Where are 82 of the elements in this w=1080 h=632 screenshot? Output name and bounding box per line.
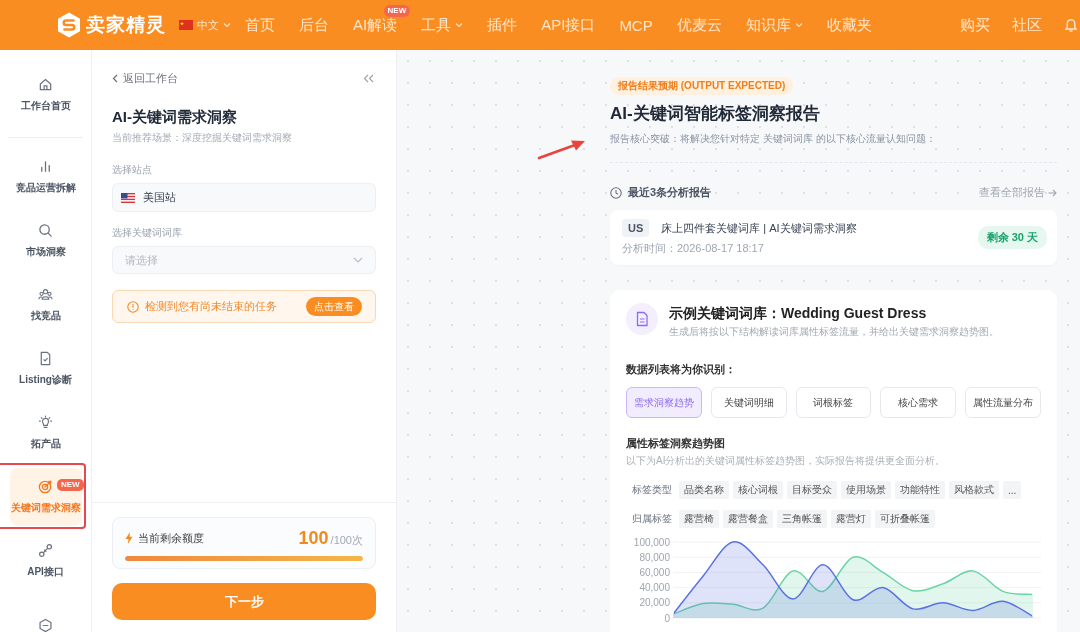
lightning-icon (125, 532, 133, 544)
sidebar-item[interactable]: 竞品运营拆解 (9, 148, 82, 206)
link-icon (38, 543, 53, 558)
caret-icon (794, 22, 803, 28)
chevron-left-icon (112, 73, 118, 83)
search-icon (38, 223, 53, 238)
bar-chart-icon (38, 159, 53, 174)
report-title: AI-关键词智能标签洞察报告 (610, 104, 821, 124)
field-label: 选择关键词词库 (112, 227, 183, 238)
tag-chip[interactable]: 可折叠帐篷 (875, 510, 935, 528)
sidebar-item[interactable]: API接口 (9, 532, 82, 590)
axis-label: 60,000 (639, 566, 670, 578)
data-tab[interactable]: 属性流量分布 (965, 387, 1041, 418)
data-tab[interactable]: 核心需求 (880, 387, 957, 418)
caret-icon (223, 22, 231, 28)
report-time: 分析时间：2026-08-17 18:17 (622, 241, 765, 256)
axis-label: 80,000 (639, 551, 670, 563)
target-icon (38, 479, 53, 494)
china-flag-icon (179, 20, 193, 30)
report-card[interactable]: US 床上四件套关键词库 | AI关键词需求洞察 分析时间：2026-08-17 18:17 剩余 30 天 (610, 210, 1057, 265)
arrow-right-icon (1048, 188, 1057, 197)
data-tab[interactable]: 关键词明细 (710, 387, 787, 418)
info-icon (127, 300, 139, 313)
notice-text: 检测到您有尚未结束的任务 (145, 299, 277, 314)
tag-chip[interactable]: ... (1003, 481, 1022, 499)
axis-label: 40,000 (639, 582, 670, 594)
data-tab[interactable]: 需求洞察趋势 (626, 387, 702, 418)
tag-chip[interactable]: 露营灯 (831, 510, 871, 528)
tag-chip[interactable]: 风格款式 (949, 481, 999, 499)
recent-reports-title: 最近3条分析报告 (628, 185, 712, 200)
tag-chip[interactable]: 露营椅 (679, 510, 719, 528)
remaining-days-badge: 剩余 30 天 (977, 226, 1047, 249)
sidebar-item[interactable]: 找竞品 (9, 276, 82, 334)
panel-title: AI-关键词需求洞察 (112, 108, 238, 125)
sidebar-item[interactable]: Listing诊断 (9, 340, 82, 398)
tag-chip[interactable]: 使用场景 (841, 481, 891, 499)
lightbulb-icon (38, 415, 53, 430)
clock-icon (610, 186, 622, 199)
chevron-down-icon (353, 257, 363, 263)
axis-label: 100,000 (633, 536, 670, 548)
filter-label: 归属标签 (632, 512, 672, 526)
new-badge: NEW (383, 4, 411, 17)
tag-chip[interactable]: 露营餐盒 (723, 510, 773, 528)
site-select[interactable]: 美国站 (112, 183, 376, 212)
sidebar-item[interactable]: 市场洞察 (9, 212, 82, 270)
document-icon (626, 303, 658, 335)
us-flag-icon (121, 192, 135, 203)
new-badge: NEW (57, 479, 84, 491)
tag-chip[interactable]: 目标受众 (787, 481, 837, 499)
tag-chip[interactable]: 核心词根 (733, 481, 783, 499)
tag-chip[interactable]: 三角帐篷 (777, 510, 827, 528)
data-tab[interactable]: 词根标签 (795, 387, 872, 418)
filter-label: 标签类型 (632, 483, 672, 497)
example-title: 示例关键词词库：Wedding Guest Dress (669, 305, 928, 322)
tag-chip[interactable]: 功能特性 (895, 481, 945, 499)
sidebar-item[interactable]: 工作台首页 (9, 66, 82, 124)
axis-label: 20,000 (639, 597, 670, 609)
chart-title: 属性标签洞察趋势图 (626, 437, 726, 449)
quota-value: 100 (298, 527, 329, 549)
logo-icon (57, 12, 81, 38)
chart-subtitle: 以下为AI分析出的关键词属性标签趋势图，实际报告将提供更全面分析。 (626, 455, 947, 467)
site-tag: US (622, 219, 650, 237)
sidebar-item[interactable]: 拓产品 (9, 404, 82, 462)
report-subtitle: 报告核心突破：将解决您针对特定 关键词词库 的以下核心流量认知问题： (610, 132, 937, 145)
quota-label: 当前剩余额度 (138, 530, 204, 546)
output-badge: 报告结果预期 (OUTPUT EXPECTED) (610, 77, 794, 95)
list-title: 数据列表将为你识别： (626, 363, 737, 375)
tag-chip[interactable]: 品类名称 (679, 481, 729, 499)
report-name: 床上四件套关键词库 | AI关键词需求洞察 (661, 220, 857, 236)
home-icon (38, 77, 53, 92)
collapse-icon[interactable] (363, 73, 374, 83)
caret-icon (455, 22, 464, 28)
example-subtitle: 生成后将按以下结构解读词库属性标签流量，并给出关键需求洞察趋势图。 (669, 326, 999, 338)
people-icon (38, 287, 53, 302)
document-check-icon (38, 351, 53, 366)
axis-label: 0 (664, 612, 670, 624)
hexagon-icon (38, 617, 53, 632)
bell-icon[interactable] (1064, 17, 1078, 33)
panel-subtitle: 当前推荐场景：深度挖掘关键词需求洞察 (112, 132, 293, 143)
back-link[interactable]: 返回工作台 (112, 70, 178, 86)
quota-total: /100次 (330, 532, 363, 548)
field-label: 选择站点 (112, 164, 153, 175)
